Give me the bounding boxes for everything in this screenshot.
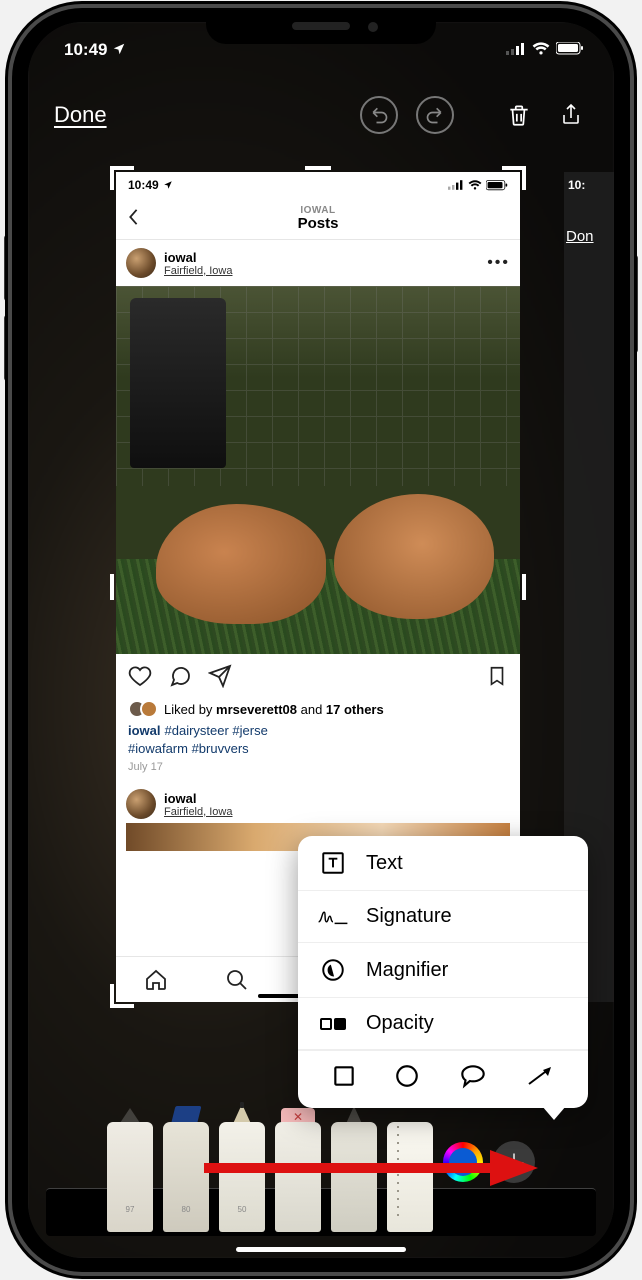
ig-status-bar: 10:49 (116, 172, 520, 198)
status-time: 10:49 (64, 40, 107, 60)
comment-icon (168, 664, 192, 694)
text-icon (316, 850, 350, 876)
color-picker[interactable] (443, 1142, 483, 1182)
ig-nav-title: Posts (298, 216, 339, 233)
ig-username: iowal (164, 250, 232, 265)
add-shape-popover: Text Signature Magnifier (298, 836, 588, 1108)
shape-circle[interactable] (394, 1063, 420, 1096)
popover-opacity-row[interactable]: Opacity (298, 998, 588, 1050)
ig-caption: iowal#dairysteer #jerse #iowafarm #bruvv… (116, 722, 520, 757)
home-indicator[interactable] (236, 1247, 406, 1252)
ig-avatar (126, 248, 156, 278)
popover-opacity-label: Opacity (366, 1012, 434, 1035)
ig-home-icon (116, 968, 197, 992)
peek-done: Don (564, 198, 614, 275)
popover-magnifier-label: Magnifier (366, 959, 448, 982)
ig-back-button (126, 206, 140, 232)
battery-icon (556, 40, 584, 60)
popover-magnifier-row[interactable]: Magnifier (298, 943, 588, 998)
peek-time: 10: (564, 172, 614, 198)
markup-tool-palette: 97 80 50 ＋ (28, 1122, 614, 1242)
send-icon (208, 664, 232, 694)
location-services-icon (112, 42, 126, 59)
popover-text-row[interactable]: Text (298, 836, 588, 891)
ig-search-icon (197, 968, 278, 992)
share-button[interactable] (554, 98, 588, 132)
bookmark-icon (486, 664, 508, 694)
ig-status-time: 10:49 (128, 178, 159, 192)
ig-location: Fairfield, Iowa (164, 265, 232, 277)
ig-avatar-2 (126, 789, 156, 819)
markup-toolbar: Done (28, 96, 614, 134)
ig-post-image (116, 286, 520, 654)
shape-speech-bubble[interactable] (458, 1063, 488, 1096)
ig-post2-header: iowal Fairfield, Iowa (116, 783, 520, 823)
phone-notch (206, 8, 436, 44)
redo-button[interactable] (416, 96, 454, 134)
undo-button[interactable] (360, 96, 398, 134)
cellular-signal-icon (506, 40, 526, 60)
add-shape-button[interactable]: ＋ (493, 1141, 535, 1183)
lasso-tool[interactable] (331, 1122, 377, 1232)
shape-arrow[interactable] (525, 1063, 555, 1096)
popover-text-label: Text (366, 852, 403, 875)
popover-signature-label: Signature (366, 905, 452, 928)
signature-icon (316, 906, 350, 928)
ig-likes-row: Liked by mrseverett08 and 17 others (116, 700, 520, 722)
ig-action-row (116, 654, 520, 700)
shape-rectangle[interactable] (331, 1063, 357, 1096)
ig-nav-bar: IOWAL Posts (116, 198, 520, 240)
ig-location-2: Fairfield, Iowa (164, 806, 232, 818)
ig-date: July 17 (116, 757, 520, 783)
eraser-tool[interactable] (275, 1122, 321, 1232)
pencil-tool[interactable]: 50 (219, 1122, 265, 1232)
popover-signature-row[interactable]: Signature (298, 891, 588, 943)
wifi-icon (532, 40, 550, 60)
marker-tool[interactable]: 80 (163, 1122, 209, 1232)
ruler-tool[interactable] (387, 1122, 433, 1232)
heart-icon (128, 664, 152, 694)
opacity-icon (316, 1018, 350, 1030)
magnifier-icon (316, 957, 350, 983)
done-button[interactable]: Done (54, 102, 107, 128)
ig-more-icon: ••• (487, 254, 510, 272)
delete-button[interactable] (502, 98, 536, 132)
pen-tool[interactable]: 97 (107, 1122, 153, 1232)
ig-post-header: iowal Fairfield, Iowa ••• (116, 240, 520, 286)
ig-username-2: iowal (164, 791, 232, 806)
